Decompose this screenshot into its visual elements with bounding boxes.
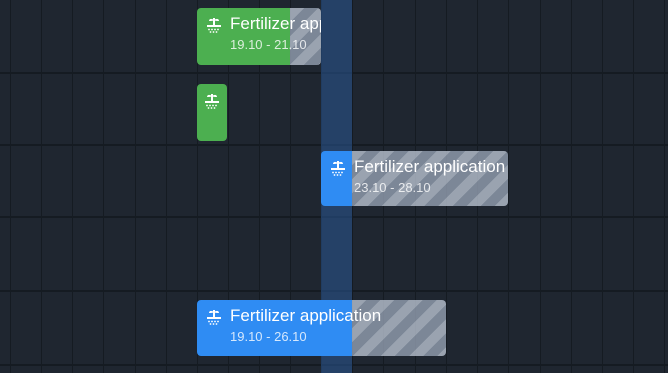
fertilizer-icon: [207, 18, 221, 33]
task-dates: 19.10 - 21.10: [230, 37, 307, 52]
grid-column-line: [664, 0, 665, 373]
task-title: Fertilizer application: [230, 14, 321, 33]
fertilizer-icon: [205, 94, 219, 109]
grid-column-line: [540, 0, 541, 373]
task-dates: 23.10 - 28.10: [354, 180, 431, 195]
task-bar[interactable]: Fertilizer application 23.10 - 28.10: [321, 151, 508, 206]
task-bar[interactable]: Fertilizer application 19.10 - 21.10: [197, 8, 321, 65]
grid-column-line: [135, 0, 136, 373]
grid-column-line: [41, 0, 42, 373]
fertilizer-icon: [207, 310, 221, 325]
task-bar[interactable]: [197, 84, 227, 141]
task-dates: 19.10 - 26.10: [230, 329, 307, 344]
task-bar[interactable]: Fertilizer application 19.10 - 26.10: [197, 300, 446, 356]
grid-column-line: [103, 0, 104, 373]
fertilizer-icon: [331, 161, 345, 176]
task-title: Fertilizer application: [230, 306, 382, 325]
task-title: Fertilizer application: [354, 157, 506, 176]
grid-column-line: [633, 0, 634, 373]
grid-column-line: [602, 0, 603, 373]
grid-column-line: [72, 0, 73, 373]
grid-column-line: [10, 0, 11, 373]
grid-column-line: [508, 0, 509, 373]
grid-column-line: [571, 0, 572, 373]
grid-column-line: [166, 0, 167, 373]
